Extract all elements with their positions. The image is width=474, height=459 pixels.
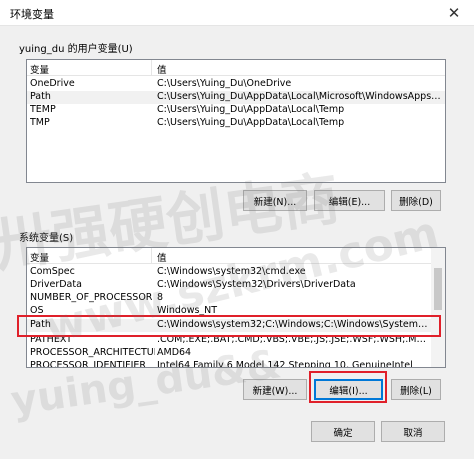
edit-highlight-box <box>309 371 387 403</box>
system-delete-button[interactable]: 删除(L) <box>391 379 441 400</box>
user-row-path[interactable]: Path C:\Users\Yuing_Du\AppData\Local\Mic… <box>27 91 445 104</box>
system-list-scrollbar-thumb[interactable] <box>434 268 442 310</box>
system-list-scrollbar[interactable] <box>431 248 445 367</box>
user-variables-list[interactable]: 变量 值 OneDrive C:\Users\Yuing_Du\OneDrive… <box>26 59 446 183</box>
system-col-value[interactable]: 值 <box>157 250 167 264</box>
system-row-number-of-processors[interactable]: NUMBER_OF_PROCESSORS 8 <box>27 292 445 305</box>
user-row-temp[interactable]: TEMP C:\Users\Yuing_Du\AppData\Local\Tem… <box>27 104 445 117</box>
user-new-button[interactable]: 新建(N)... <box>243 190 307 211</box>
system-variables-label: 系统变量(S) <box>19 233 74 244</box>
user-row-name: TMP <box>30 117 50 128</box>
user-row-name: OneDrive <box>30 78 75 89</box>
system-row-name: PROCESSOR_IDENTIFIER <box>30 360 147 368</box>
system-col-name[interactable]: 变量 <box>30 250 49 264</box>
system-row-processor-identifier[interactable]: PROCESSOR_IDENTIFIER Intel64 Family 6 Mo… <box>27 360 445 368</box>
ok-button[interactable]: 确定 <box>311 421 375 442</box>
user-delete-button[interactable]: 删除(D) <box>391 190 441 211</box>
system-variables-list[interactable]: 变量 值 ComSpec C:\Windows\system32\cmd.exe… <box>26 247 446 368</box>
system-row-value: C:\Windows\System32\Drivers\DriverData <box>157 279 356 290</box>
title-bar: 环境变量 ✕ <box>0 0 474 26</box>
user-row-value: C:\Users\Yuing_Du\AppData\Local\Temp <box>157 104 345 115</box>
path-highlight-box <box>17 315 441 337</box>
close-icon[interactable]: ✕ <box>434 0 474 26</box>
user-row-value: C:\Users\Yuing_Du\AppData\Local\Temp <box>157 117 345 128</box>
user-variables-label: yuing_du 的用户变量(U) <box>19 44 133 55</box>
user-row-tmp[interactable]: TMP C:\Users\Yuing_Du\AppData\Local\Temp <box>27 117 445 130</box>
system-row-name: ComSpec <box>30 266 75 277</box>
system-row-value: C:\Windows\system32\cmd.exe <box>157 266 306 277</box>
system-list-header: 变量 值 <box>27 248 445 264</box>
user-col-name[interactable]: 变量 <box>30 62 49 76</box>
system-row-name: DriverData <box>30 279 82 290</box>
user-edit-button[interactable]: 编辑(E)... <box>314 190 385 211</box>
system-row-value: 8 <box>157 292 164 303</box>
cancel-button[interactable]: 取消 <box>381 421 445 442</box>
system-row-value: Intel64 Family 6 Model 142 Stepping 10, … <box>157 360 413 368</box>
system-row-driverdata[interactable]: DriverData C:\Windows\System32\Drivers\D… <box>27 279 445 292</box>
system-row-value: AMD64 <box>157 347 192 358</box>
user-row-onedrive[interactable]: OneDrive C:\Users\Yuing_Du\OneDrive <box>27 78 445 91</box>
system-row-processor-architecture[interactable]: PROCESSOR_ARCHITECTURE AMD64 <box>27 347 445 360</box>
user-col-value[interactable]: 值 <box>157 62 167 76</box>
user-row-value: C:\Users\Yuing_Du\AppData\Local\Microsof… <box>157 91 442 102</box>
system-new-button[interactable]: 新建(W)... <box>243 379 307 400</box>
user-row-name: Path <box>30 91 51 102</box>
system-row-name: NUMBER_OF_PROCESSORS <box>30 292 152 303</box>
user-list-header: 变量 值 <box>27 60 445 76</box>
system-row-comspec[interactable]: ComSpec C:\Windows\system32\cmd.exe <box>27 266 445 279</box>
system-row-name: PROCESSOR_ARCHITECTURE <box>30 347 155 358</box>
window-title: 环境变量 <box>10 8 54 21</box>
user-row-name: TEMP <box>30 104 56 115</box>
user-row-value: C:\Users\Yuing_Du\OneDrive <box>157 78 292 89</box>
